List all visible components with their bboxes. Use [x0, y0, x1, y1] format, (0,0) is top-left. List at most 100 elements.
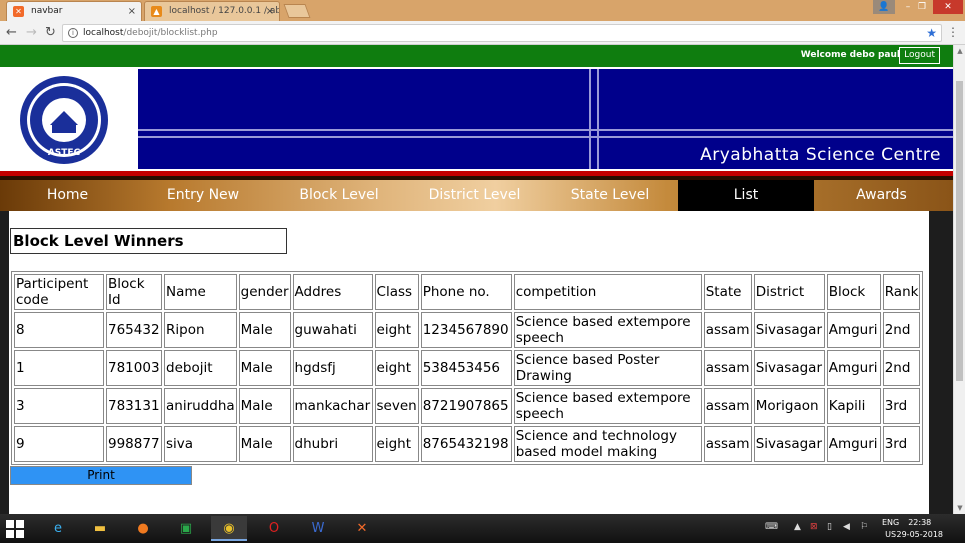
screen: ✕ navbar × ▲ localhost / 127.0.0.1 / ab … — [0, 0, 965, 543]
cell-rank: 3rd — [882, 388, 921, 424]
main-nav: Home Entry New Block Level District Leve… — [0, 180, 953, 211]
nav-awards[interactable]: Awards — [814, 180, 949, 211]
reload-icon[interactable]: ↻ — [45, 25, 56, 41]
cell-state: assam — [703, 312, 752, 348]
file-explorer-icon[interactable]: ▬ — [82, 516, 118, 541]
cell-rank: 2nd — [882, 350, 921, 386]
url-host: localhost — [83, 28, 124, 38]
internet-explorer-icon[interactable]: e — [40, 516, 76, 541]
notification-icon[interactable]: ⚐ — [860, 522, 868, 532]
site-banner: ASTEC Aryabhatta Science Centre — [0, 67, 953, 171]
tab-title: localhost / 127.0.0.1 / ab — [169, 6, 280, 16]
taskbar: e ▬ ● ▣ ◉ O W ✕ ⌨ ▲ ⊠ ▯ ◀ ⚐ ENG US 22:38… — [0, 514, 965, 543]
winners-table: Participent code Block Id Name gender Ad… — [11, 271, 924, 465]
column-header: competition — [513, 274, 702, 310]
back-icon[interactable]: ← — [6, 25, 17, 41]
tab-navbar[interactable]: ✕ navbar × — [6, 1, 142, 21]
new-tab-button[interactable] — [283, 4, 311, 18]
nav-home[interactable]: Home — [0, 180, 135, 211]
cell-rank: 2nd — [882, 312, 921, 348]
centre-name: Aryabhatta Science Centre — [700, 145, 941, 165]
table-row: 1 781003 debojit Male hgdsfj eight 53845… — [14, 350, 921, 386]
table-row: 8 765432 Ripon Male guwahati eight 12345… — [14, 312, 921, 348]
table-row: 9 998877 siva Male dhubri eight 87654321… — [14, 426, 921, 462]
store-icon[interactable]: ▣ — [168, 516, 204, 541]
tab-strip: ✕ navbar × ▲ localhost / 127.0.0.1 / ab … — [0, 0, 965, 21]
nav-district-level[interactable]: District Level — [407, 180, 542, 211]
window-close-icon[interactable]: ✕ — [933, 0, 963, 14]
cell-block: Kapili — [826, 388, 881, 424]
power-icon[interactable]: ▯ — [827, 522, 832, 532]
user-profile-icon[interactable]: 👤 — [873, 0, 895, 14]
forward-icon[interactable]: → — [26, 25, 37, 41]
info-icon[interactable]: i — [68, 28, 78, 38]
cell-name: Ripon — [164, 312, 237, 348]
page-scrollbar[interactable]: ▲ ▼ — [953, 45, 965, 514]
nav-entry-new[interactable]: Entry New — [135, 180, 271, 211]
maximize-icon[interactable]: ❐ — [911, 0, 933, 14]
show-hidden-icons[interactable]: ▲ — [794, 522, 801, 532]
xampp-taskbar-icon[interactable]: ✕ — [344, 516, 380, 541]
clock-date: 29-05-2018 — [896, 530, 944, 539]
cell-competition: Science based extempore speech — [513, 388, 702, 424]
cell-gender: Male — [238, 388, 291, 424]
cell-class: seven — [374, 388, 419, 424]
cell-district: Sivasagar — [753, 426, 825, 462]
chrome-icon[interactable]: ◉ — [211, 516, 247, 541]
bookmark-star-icon[interactable]: ★ — [926, 25, 937, 41]
nav-list[interactable]: List — [678, 180, 814, 211]
tab-phpmyadmin[interactable]: ▲ localhost / 127.0.0.1 / ab × — [144, 1, 280, 21]
cell-name: debojit — [164, 350, 237, 386]
column-header: gender — [238, 274, 291, 310]
main-content: Block Level Winners Participent code Blo… — [9, 211, 929, 514]
logout-button[interactable]: Logout — [899, 47, 940, 64]
banner-title-area: Aryabhatta Science Centre — [138, 69, 953, 169]
column-header: Addres — [292, 274, 373, 310]
network-icon[interactable]: ⊠ — [810, 522, 818, 532]
cell-district: Morigaon — [753, 388, 825, 424]
cell-address: dhubri — [292, 426, 373, 462]
column-header: Participent code — [14, 274, 104, 310]
cell-block-id: 783131 — [106, 388, 162, 424]
cell-district: Sivasagar — [753, 350, 825, 386]
cell-phone: 8765432198 — [420, 426, 512, 462]
cell-block-id: 781003 — [106, 350, 162, 386]
page-title: Block Level Winners — [10, 228, 287, 254]
keyboard-icon[interactable]: ⌨ — [765, 522, 778, 532]
cell-block: Amguri — [826, 350, 881, 386]
print-button[interactable]: Print — [10, 466, 192, 485]
url-input[interactable]: i localhost/debojit/blocklist.php ★ — [62, 24, 942, 42]
firefox-icon[interactable]: ● — [125, 516, 161, 541]
column-header: Phone no. — [420, 274, 512, 310]
scroll-down-icon[interactable]: ▼ — [954, 502, 965, 514]
cell-participant-code: 8 — [14, 312, 104, 348]
clock[interactable]: 22:38 29-05-2018 — [897, 517, 944, 541]
cell-rank: 3rd — [882, 426, 921, 462]
phpmyadmin-icon: ▲ — [151, 6, 162, 17]
cell-address: mankachar — [292, 388, 373, 424]
close-icon[interactable]: × — [266, 2, 274, 21]
browser-menu-icon[interactable]: ⋮ — [947, 25, 959, 39]
cell-block: Amguri — [826, 426, 881, 462]
column-header: District — [753, 274, 825, 310]
scroll-up-icon[interactable]: ▲ — [954, 45, 965, 57]
scroll-thumb[interactable] — [956, 81, 963, 381]
column-header: Class — [374, 274, 419, 310]
nav-state-level[interactable]: State Level — [542, 180, 678, 211]
word-icon[interactable]: W — [300, 516, 336, 541]
cell-competition: Science based extempore speech — [513, 312, 702, 348]
nav-block-level[interactable]: Block Level — [271, 180, 407, 211]
cell-block-id: 998877 — [106, 426, 162, 462]
cell-block-id: 765432 — [106, 312, 162, 348]
volume-icon[interactable]: ◀ — [843, 522, 850, 532]
column-header: Block Id — [106, 274, 162, 310]
url-path: /debojit/blocklist.php — [123, 28, 218, 38]
close-icon[interactable]: × — [128, 2, 136, 21]
cell-gender: Male — [238, 426, 291, 462]
cell-class: eight — [374, 426, 419, 462]
opera-icon[interactable]: O — [256, 516, 292, 541]
column-header: Name — [164, 274, 237, 310]
cell-name: siva — [164, 426, 237, 462]
windows-start-icon[interactable] — [6, 520, 24, 538]
column-header: Block — [826, 274, 881, 310]
